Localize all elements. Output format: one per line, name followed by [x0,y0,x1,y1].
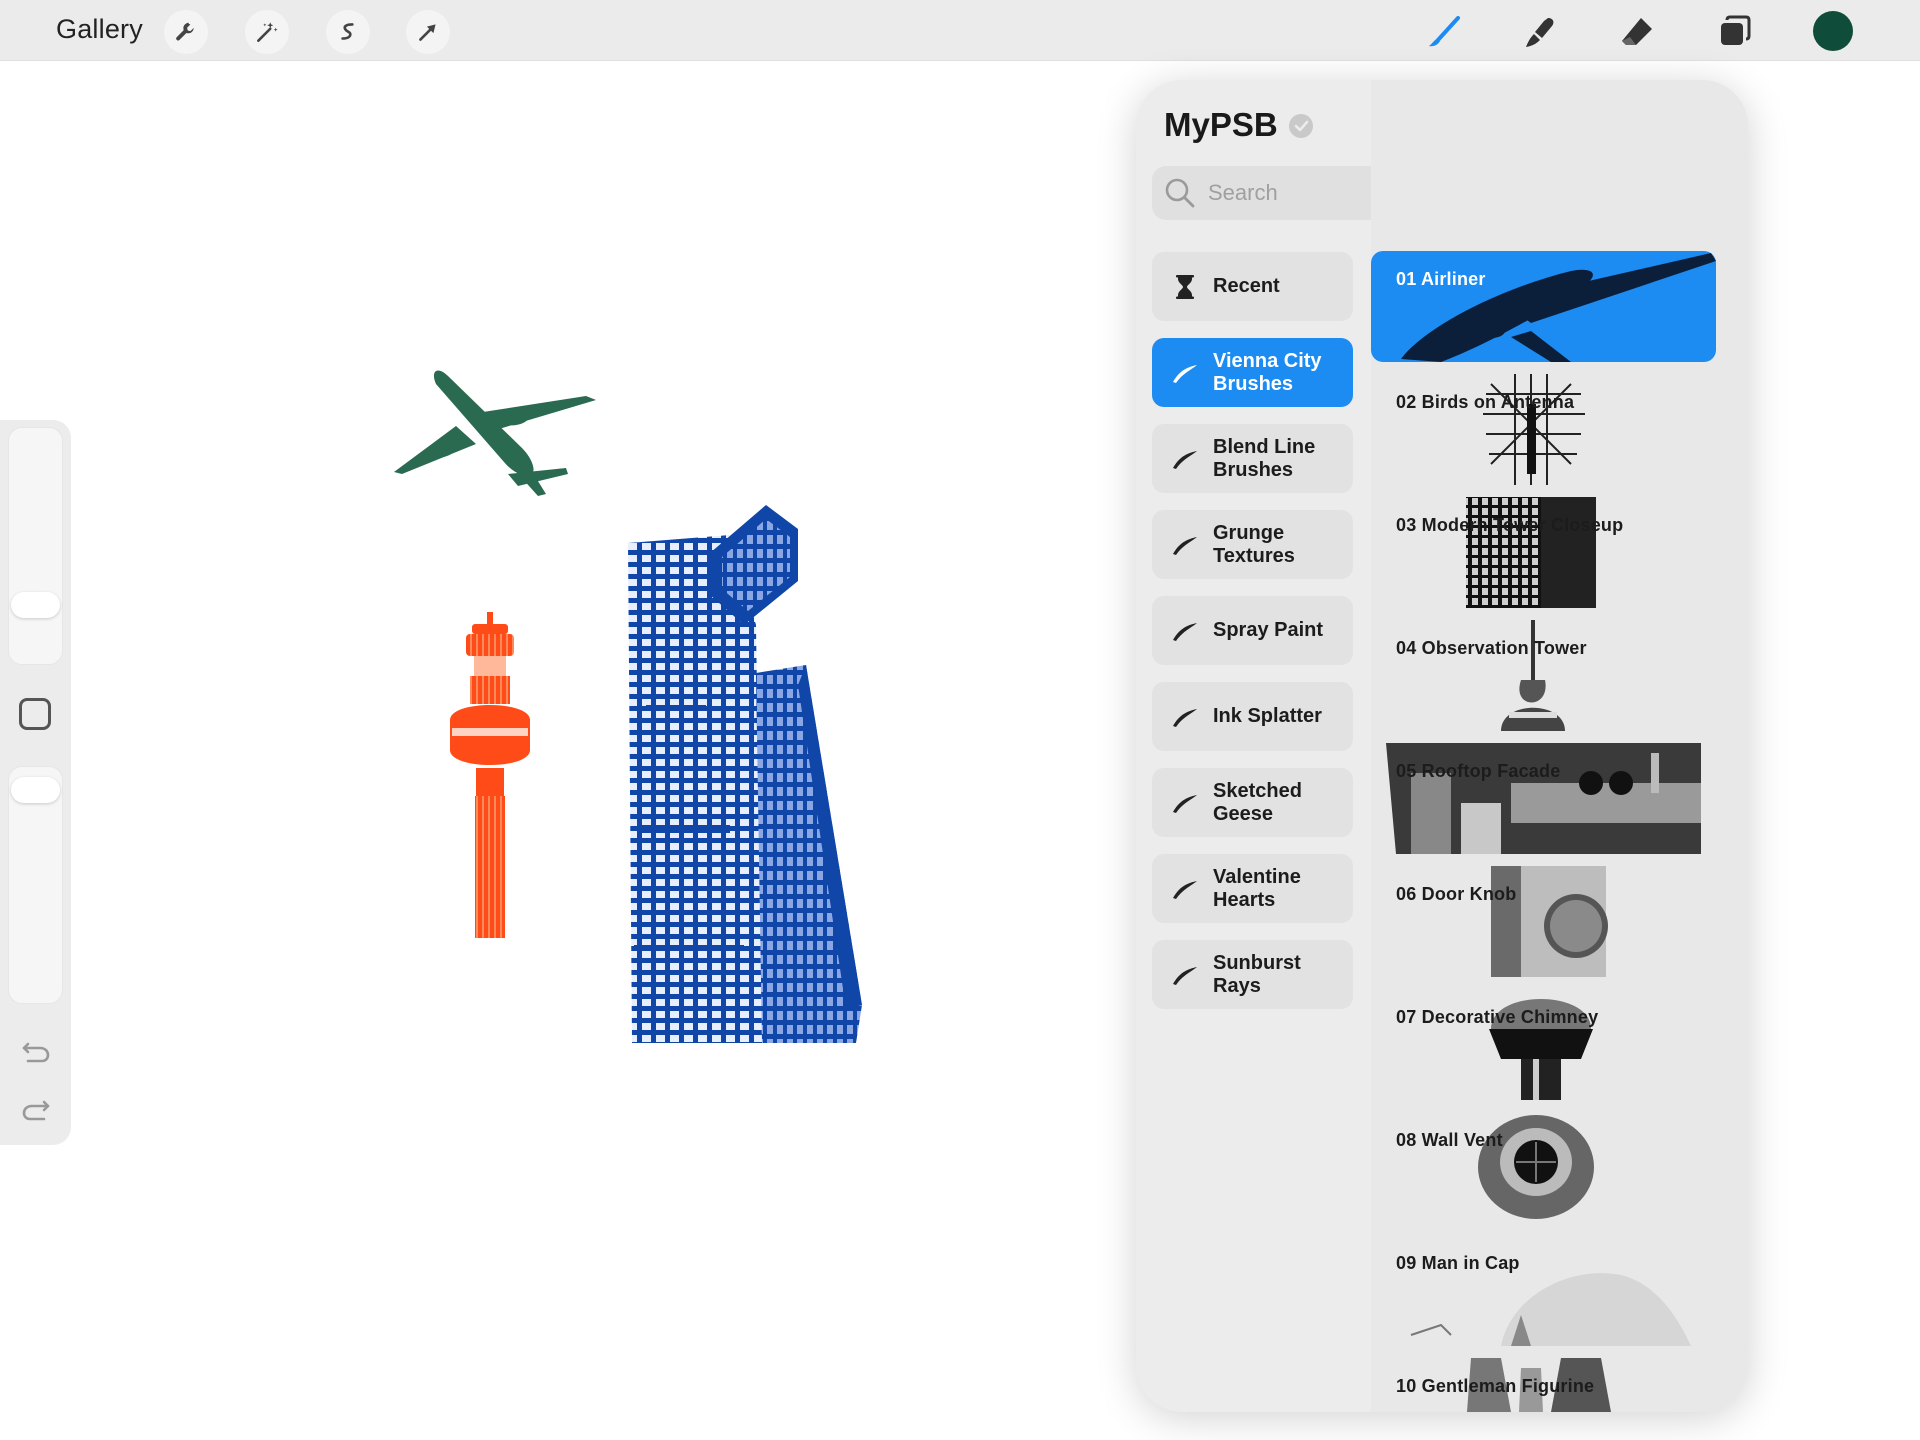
brush-icon[interactable] [1422,10,1466,54]
set-label: Vienna City Brushes [1213,349,1322,395]
brush-gentleman-figurine[interactable]: 10 Gentleman Figurine [1371,1358,1716,1412]
brush-stroke-icon [1173,794,1197,813]
set-label: Grunge Textures [1213,521,1295,567]
set-label: Spray Paint [1213,619,1324,641]
selection-s-icon[interactable] [326,10,370,54]
brush-airliner[interactable]: 01 Airliner [1371,251,1716,362]
brush-library-title: MyPSB [1164,106,1278,143]
brush-set-sketched-geese[interactable]: Sketched Geese [1152,768,1353,837]
brush-decorative-chimney[interactable]: 07 Decorative Chimney [1371,989,1716,1100]
left-sidebar [0,420,71,1145]
observation-tower-thumbnail [1501,620,1565,731]
brush-set-recent[interactable]: Recent [1152,252,1353,321]
redo-icon[interactable] [16,1088,56,1128]
brush-label: 07 Decorative Chimney [1396,1007,1599,1027]
brush-set-blend-line-brushes[interactable]: Blend Line Brushes [1152,424,1353,493]
smudge-icon[interactable] [1518,10,1562,54]
rooftop-facade-thumbnail [1386,743,1701,854]
brush-set-grunge-textures[interactable]: Grunge Textures [1152,510,1353,579]
brush-label: 05 Rooftop Facade [1396,761,1561,781]
color-swatch[interactable] [1813,11,1853,51]
airplane-artwork [394,370,596,496]
brush-stroke-icon [1173,364,1197,383]
brush-label: 03 Modern Tower Closeup [1396,515,1624,535]
brush-label: 09 Man in Cap [1396,1253,1520,1273]
brush-label: 02 Birds on Antenna [1396,392,1575,412]
brush-wall-vent[interactable]: 08 Wall Vent [1371,1112,1716,1223]
brush-set-ink-splatter[interactable]: Ink Splatter [1152,682,1353,751]
undo-icon[interactable] [16,1030,56,1070]
brushes-list: 01 Airliner 02 Birds on Antenna 03 Moder… [1371,80,1748,1412]
brush-label: 04 Observation Tower [1396,638,1587,658]
building-artwork [628,505,862,1043]
brush-label: 08 Wall Vent [1396,1130,1503,1150]
observation-tower-artwork [450,612,530,938]
brush-label: 06 Door Knob [1396,884,1517,904]
search-icon [1165,178,1195,208]
brush-size-knob[interactable] [11,592,60,618]
brush-size-slider[interactable] [8,427,63,665]
brush-man-in-cap[interactable]: 09 Man in Cap [1371,1235,1716,1346]
brush-label: 10 Gentleman Figurine [1396,1376,1595,1396]
layers-icon[interactable] [1713,10,1757,54]
brush-observation-tower[interactable]: 04 Observation Tower [1371,620,1716,731]
door-knob-thumbnail [1491,866,1608,977]
set-label: Sketched Geese [1213,779,1302,825]
brush-rooftop-facade[interactable]: 05 Rooftop Facade [1371,743,1716,854]
hourglass-icon [1176,274,1194,299]
brush-stroke-icon [1173,880,1197,899]
gallery-button[interactable]: Gallery [56,14,143,45]
set-label: Recent [1213,275,1280,297]
brush-stroke-icon [1173,536,1197,555]
opacity-slider[interactable] [8,766,63,1004]
brush-stroke-icon [1173,966,1197,985]
transform-arrow-icon[interactable] [406,10,450,54]
adjustments-magic-wand-icon[interactable] [245,10,289,54]
airliner-thumbnail [1401,253,1716,362]
brush-birds-on-antenna[interactable]: 02 Birds on Antenna [1371,374,1716,485]
brush-library-panel: MyPSB Recent Vienna City Brushes [1136,80,1748,1412]
modern-tower-closeup-thumbnail [1466,497,1596,608]
brush-set-sunburst-rays[interactable]: Sunburst Rays [1152,940,1353,1009]
brush-door-knob[interactable]: 06 Door Knob [1371,866,1716,977]
top-toolbar: Gallery [0,0,1920,61]
decorative-chimney-thumbnail [1489,999,1593,1100]
brush-set-vienna-city-brushes[interactable]: Vienna City Brushes [1152,338,1353,407]
brush-stroke-icon [1173,622,1197,641]
brush-label: 01 Airliner [1396,269,1486,289]
eraser-icon[interactable] [1615,10,1659,54]
set-label: Sunburst Rays [1213,951,1301,997]
set-label: Valentine Hearts [1213,865,1301,911]
brush-stroke-icon [1173,450,1197,469]
verified-check-icon [1289,114,1313,138]
brush-stroke-icon [1173,708,1197,727]
man-in-cap-thumbnail [1410,1273,1691,1346]
set-label: Ink Splatter [1213,705,1322,727]
set-label: Blend Line Brushes [1213,435,1316,481]
modify-square-icon[interactable] [19,698,51,730]
wall-vent-thumbnail [1478,1115,1594,1219]
brush-modern-tower-closeup[interactable]: 03 Modern Tower Closeup [1371,497,1716,608]
brush-set-spray-paint[interactable]: Spray Paint [1152,596,1353,665]
actions-wrench-icon[interactable] [164,10,208,54]
brush-set-valentine-hearts[interactable]: Valentine Hearts [1152,854,1353,923]
opacity-knob[interactable] [11,777,60,803]
birds-on-antenna-thumbnail [1483,374,1585,485]
